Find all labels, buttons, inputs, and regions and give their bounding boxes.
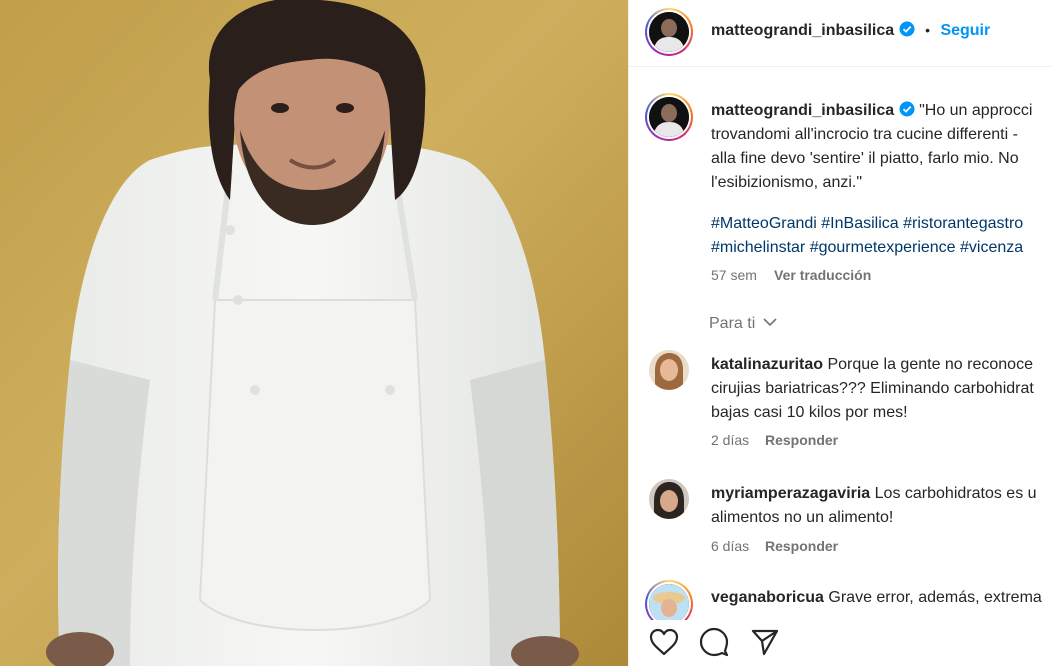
caption-avatar[interactable] xyxy=(645,93,693,141)
reply-button[interactable]: Responder xyxy=(765,432,838,448)
comment-text: Grave error, además, extrema xyxy=(828,589,1042,606)
filter-label: Para ti xyxy=(709,315,756,332)
caption-line-2: trovandomi all'incrocio tra cucine diffe… xyxy=(711,126,1018,143)
avatar-image xyxy=(649,97,689,137)
author-avatar[interactable] xyxy=(645,8,693,56)
verified-badge-icon xyxy=(899,101,915,123)
hashtags-line-1[interactable]: #MatteoGrandi #InBasilica #ristorantegas… xyxy=(711,214,1023,234)
follow-button[interactable]: Seguir xyxy=(940,22,990,39)
post-panel: matteograndi_inbasilica • Seguir matteog… xyxy=(628,0,1052,666)
comment-icon[interactable] xyxy=(699,627,729,662)
comment-avatar[interactable] xyxy=(649,479,689,519)
post-age[interactable]: 57 sem xyxy=(711,267,757,283)
comment-line-2: alimentos no un alimento! xyxy=(711,509,894,526)
caption-line-4: l'esibizionismo, anzi." xyxy=(711,174,863,191)
comment-age[interactable]: 6 días xyxy=(711,538,749,554)
chef-photo xyxy=(0,0,628,666)
comment-filter[interactable]: Para ti xyxy=(709,314,778,333)
author-username[interactable]: matteograndi_inbasilica xyxy=(711,22,894,39)
chevron-down-icon xyxy=(762,314,778,332)
comment-line-1: katalinazuritao Porque la gente no recon… xyxy=(711,355,1033,375)
separator-dot: • xyxy=(925,22,930,38)
avatar-image xyxy=(649,350,689,390)
caption-line-1: matteograndi_inbasilica "Ho un approcci xyxy=(711,101,1032,123)
avatar-image xyxy=(649,584,689,624)
comment-username[interactable]: katalinazuritao xyxy=(711,356,823,373)
avatar-image xyxy=(649,479,689,519)
post-image[interactable] xyxy=(0,0,628,666)
comment-line-1: myriamperazagaviria Los carbohidratos es… xyxy=(711,484,1037,504)
comment-line-1: veganaboricua Grave error, además, extre… xyxy=(711,588,1042,608)
comment-avatar[interactable] xyxy=(649,350,689,390)
post-header: matteograndi_inbasilica • Seguir xyxy=(629,0,1052,67)
heart-icon[interactable] xyxy=(649,628,679,661)
caption-line-3: alla fine devo 'sentire' il piatto, farl… xyxy=(711,150,1019,167)
avatar-image xyxy=(649,12,689,52)
comment-age[interactable]: 2 días xyxy=(711,432,749,448)
hashtags-line-2[interactable]: #michelinstar #gourmetexperience #vicenz… xyxy=(711,238,1023,258)
comment-line-3: bajas casi 10 kilos por mes! xyxy=(711,404,908,421)
caption-username[interactable]: matteograndi_inbasilica xyxy=(711,102,894,119)
verified-badge-icon xyxy=(899,21,915,42)
header-author-row: matteograndi_inbasilica • Seguir xyxy=(711,21,990,42)
caption-text: "Ho un approcci xyxy=(919,102,1033,119)
comment-username[interactable]: veganaboricua xyxy=(711,589,824,606)
translate-button[interactable]: Ver traducción xyxy=(774,267,871,283)
send-icon[interactable] xyxy=(750,627,780,662)
comment-text: Porque la gente no reconoce xyxy=(827,356,1033,373)
action-bar xyxy=(629,620,1052,666)
comment-username[interactable]: myriamperazagaviria xyxy=(711,485,870,502)
comment-line-2: cirujias bariatricas??? Eliminando carbo… xyxy=(711,380,1034,397)
reply-button[interactable]: Responder xyxy=(765,538,838,554)
comment-text: Los carbohidratos es u xyxy=(874,485,1037,502)
